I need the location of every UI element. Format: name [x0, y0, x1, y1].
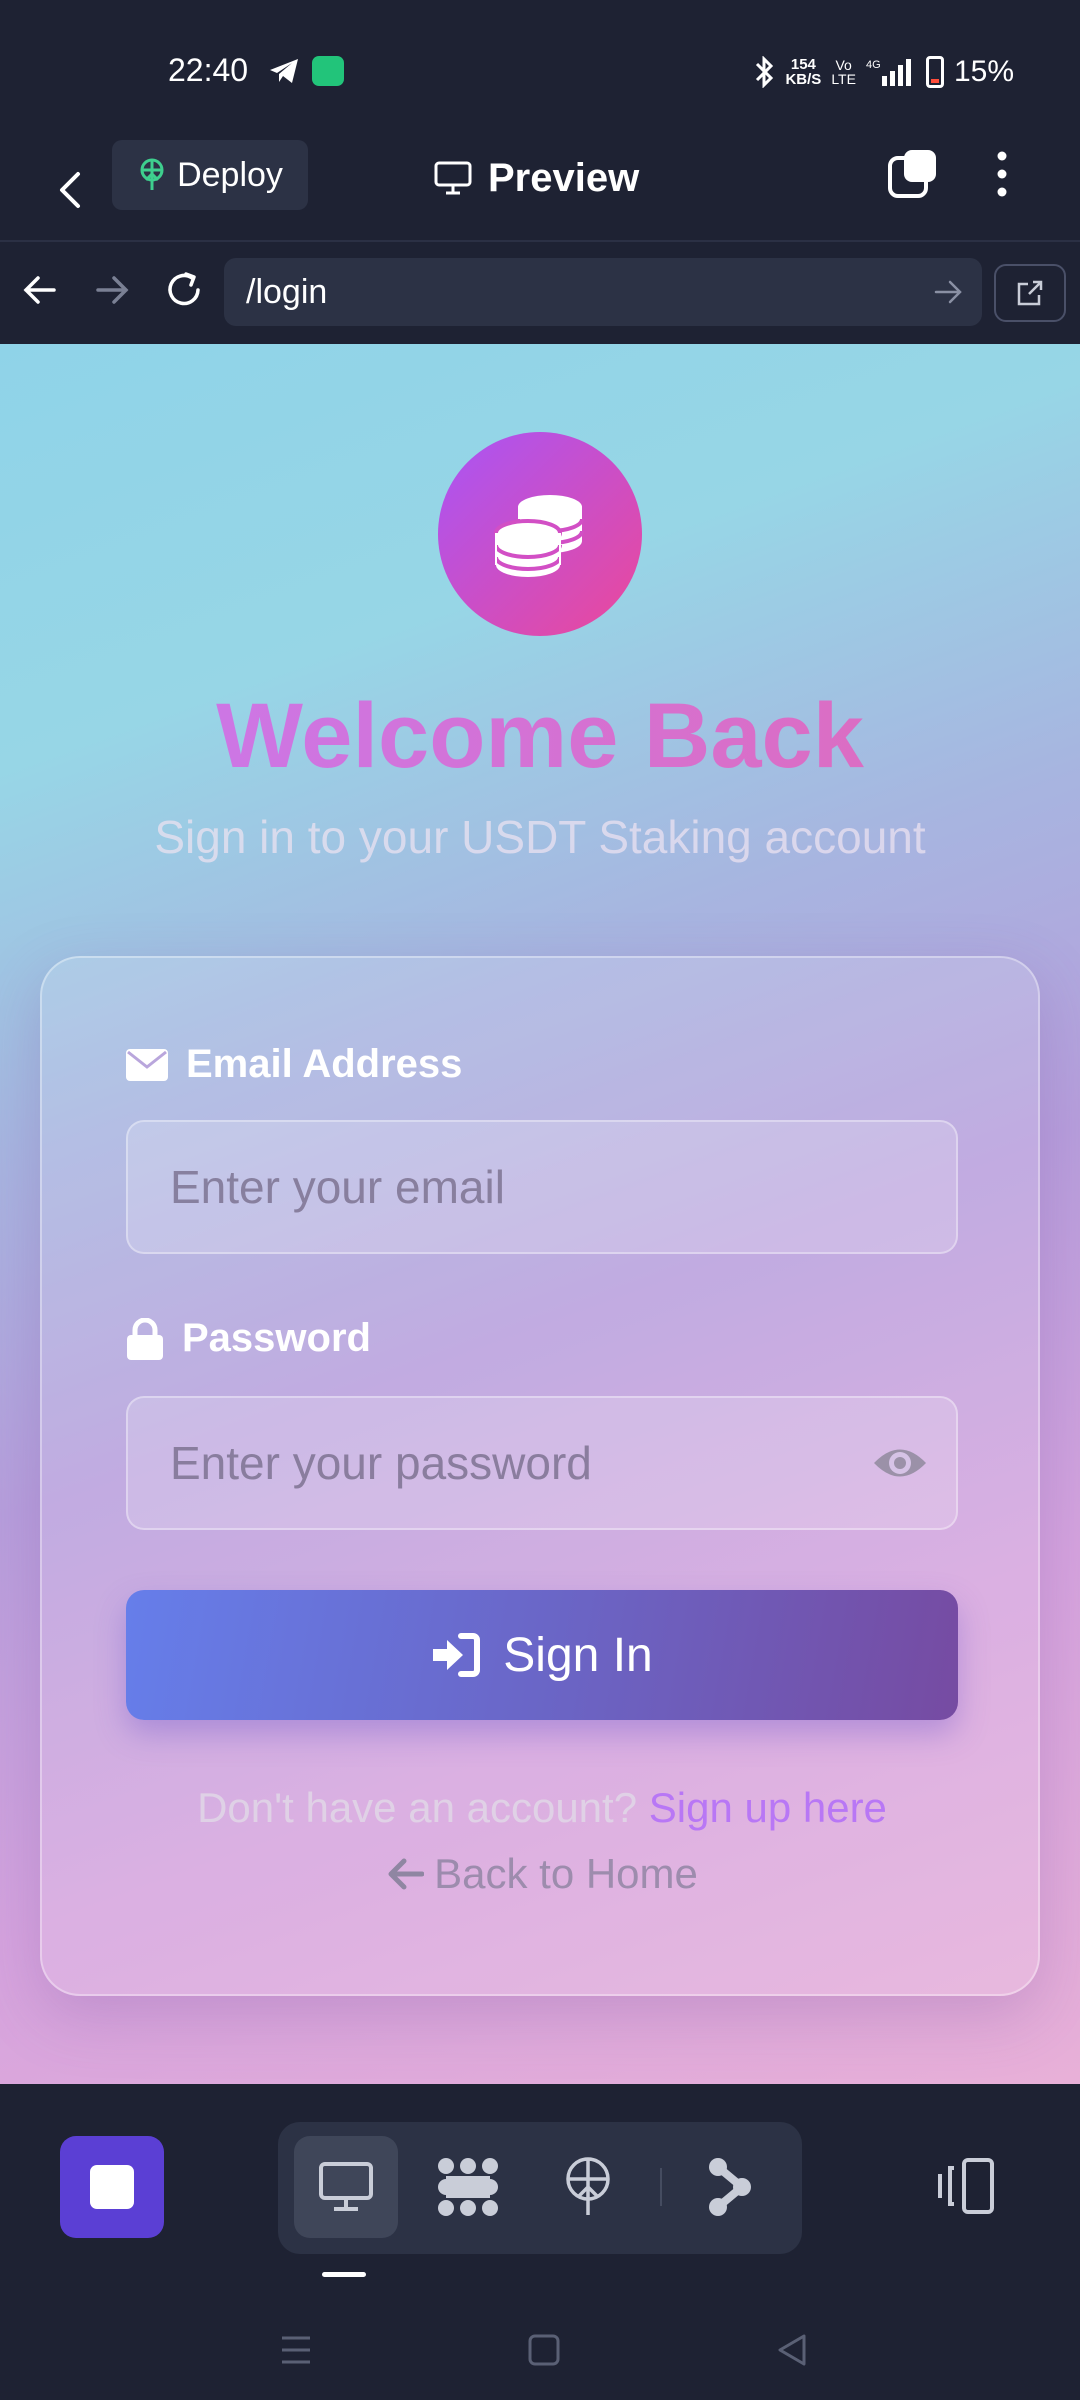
external-link-icon: [1017, 280, 1043, 306]
login-card: Email Address Enter your email Password …: [40, 956, 1040, 1996]
view-switcher: [278, 2122, 802, 2254]
home-icon[interactable]: [524, 2330, 564, 2370]
deploy-icon: [566, 2157, 610, 2215]
apps-tab[interactable]: [416, 2136, 520, 2238]
page-title: Welcome Back: [0, 684, 1080, 789]
app-notification-icon: [312, 56, 344, 86]
password-label: Password: [126, 1316, 371, 1361]
back-icon[interactable]: [50, 168, 94, 212]
email-placeholder: Enter your email: [170, 1161, 505, 1213]
envelope-icon: [126, 1048, 168, 1081]
devices-icon[interactable]: [934, 2154, 998, 2218]
system-navigation: [0, 2300, 1080, 2400]
nav-back-icon[interactable]: [18, 268, 62, 312]
status-bar: 22:40 154 KB/S Vo LTE 4G 15%: [0, 0, 1080, 140]
system-back-icon[interactable]: [772, 2330, 812, 2370]
web-preview: Welcome Back Sign in to your USDT Stakin…: [0, 344, 1080, 2084]
active-tab-indicator: [322, 2272, 366, 2277]
sign-in-button[interactable]: Sign In: [126, 1590, 958, 1720]
net-speed: 154 KB/S: [785, 56, 822, 88]
status-indicators: 154 KB/S Vo LTE 4G 15%: [753, 52, 1014, 92]
stop-button[interactable]: [60, 2136, 164, 2238]
lock-icon: [127, 1317, 163, 1360]
telegram-icon: [270, 59, 298, 83]
share-icon: [709, 2158, 751, 2216]
preview-tab[interactable]: [294, 2136, 398, 2238]
deploy-icon: [140, 158, 164, 190]
monitor-icon: [319, 2162, 373, 2211]
app-header: Deploy Preview: [0, 140, 1080, 242]
sign-up-link[interactable]: Sign up here: [649, 1784, 887, 1831]
email-field[interactable]: Enter your email: [126, 1120, 958, 1254]
eye-icon[interactable]: [872, 1438, 928, 1488]
bluetooth-icon: [756, 56, 774, 88]
email-label: Email Address: [126, 1042, 462, 1087]
password-placeholder: Enter your password: [170, 1437, 592, 1489]
signal-icon: 4G: [866, 59, 911, 86]
recents-icon[interactable]: [276, 2330, 316, 2370]
reload-icon[interactable]: [162, 268, 206, 312]
toolbar-divider: [660, 2168, 662, 2206]
open-external-button[interactable]: [994, 264, 1066, 322]
deploy-button[interactable]: Deploy: [112, 140, 308, 210]
signup-prompt: Don't have an account? Sign up here: [197, 1784, 887, 1831]
more-menu-icon[interactable]: [984, 148, 1020, 200]
password-field[interactable]: Enter your password: [126, 1396, 958, 1530]
monitor-icon: [434, 161, 472, 195]
go-arrow-icon[interactable]: [932, 276, 964, 308]
sign-in-icon: [433, 1633, 481, 1677]
back-to-home-link[interactable]: Back to Home: [42, 1850, 1042, 1898]
url-text: /login: [246, 272, 328, 311]
battery-percent: 15%: [953, 55, 1014, 88]
sign-in-label: Sign In: [503, 1628, 653, 1682]
coins-icon: [494, 495, 584, 577]
tabs-icon[interactable]: [886, 148, 938, 200]
nav-forward-icon[interactable]: [90, 268, 134, 312]
share-tab[interactable]: [678, 2136, 782, 2238]
deploy-tab[interactable]: [536, 2136, 640, 2238]
url-input[interactable]: /login: [224, 258, 982, 326]
preview-title: Preview: [434, 150, 639, 206]
arrow-left-icon: [388, 1858, 425, 1890]
svg-text:4G: 4G: [866, 59, 881, 71]
stop-icon: [90, 2165, 134, 2209]
status-time: 22:40: [168, 52, 249, 88]
volte-indicator: Vo LTE: [831, 57, 856, 87]
logo: [438, 432, 642, 636]
battery-icon: [925, 56, 944, 88]
browser-bar: /login: [0, 244, 1080, 344]
deploy-label: Deploy: [177, 155, 283, 194]
page-subtitle: Sign in to your USDT Staking account: [154, 811, 926, 863]
apps-icon: [438, 2158, 498, 2216]
